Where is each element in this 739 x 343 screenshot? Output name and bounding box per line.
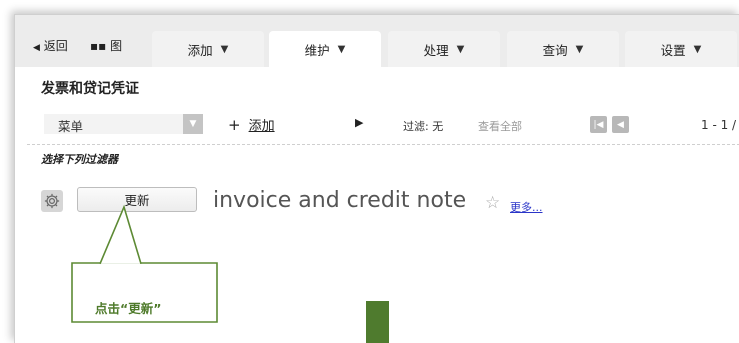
green-pointer-bar	[366, 301, 389, 343]
app-frame: ◀ 返回 ▪▪ 图 添加 ▼ 维护 ▼ 处理 ▼ 查询 ▼ 设置 ▼ 发票和贷记凭证 菜单…	[14, 14, 739, 343]
callout-box	[71, 204, 218, 323]
callout-text: 点击“更新”	[95, 301, 162, 316]
